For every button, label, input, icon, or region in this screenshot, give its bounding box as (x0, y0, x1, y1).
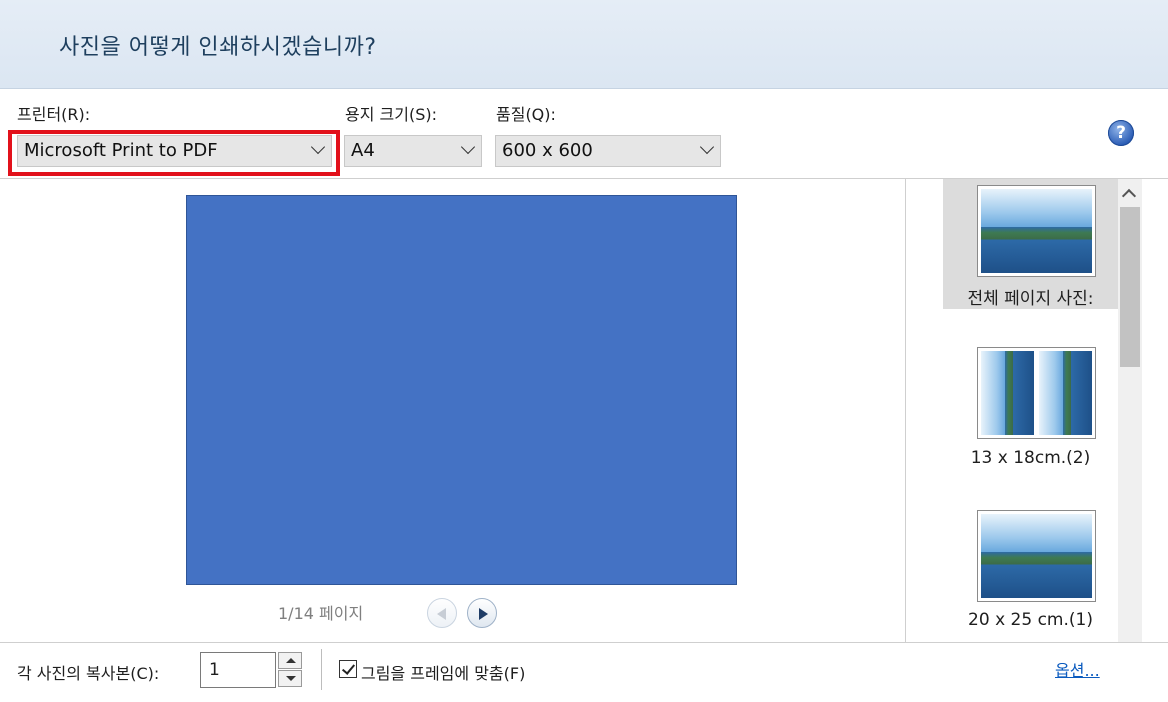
layout-item-13x18[interactable]: 13 x 18cm.(2) (943, 344, 1118, 474)
dialog-header: 사진을 어떻게 인쇄하시겠습니까? (0, 0, 1168, 89)
dialog-title: 사진을 어떻게 인쇄하시겠습니까? (59, 35, 377, 60)
layout-item-20x25[interactable]: 20 x 25 cm.(1) (943, 509, 1118, 639)
scrollbar-thumb[interactable] (1120, 207, 1140, 367)
quality-label: 품질(Q): (496, 105, 556, 124)
quality-select-value: 600 x 600 (502, 140, 593, 161)
fit-to-frame-label[interactable]: 그림을 프레임에 맞춤(F) (361, 660, 525, 684)
arrow-down-icon (286, 676, 296, 681)
arrow-right-icon (479, 608, 488, 620)
chevron-down-icon (699, 139, 715, 155)
page-preview (186, 195, 737, 585)
arrow-left-icon (437, 608, 446, 620)
paper-size-label: 용지 크기(S): (345, 105, 437, 124)
paper-size-select[interactable]: A4 (344, 135, 482, 167)
copies-label: 각 사진의 복사본(C): (17, 664, 160, 683)
layout-caption: 13 x 18cm.(2) (970, 448, 1091, 468)
chevron-up-icon[interactable] (1121, 188, 1137, 204)
printer-highlight-box (8, 130, 340, 176)
layout-item-full-page[interactable]: 전체 페이지 사진: (943, 179, 1118, 309)
paper-size-select-value: A4 (351, 140, 375, 161)
thumbnail-pair (981, 351, 1092, 435)
layout-thumbnail (977, 347, 1096, 439)
arrow-up-icon (286, 658, 296, 663)
chevron-down-icon (460, 139, 476, 155)
landscape-photo-icon (981, 514, 1092, 598)
dialog-footer (0, 643, 1168, 702)
fit-to-frame-checkbox[interactable] (339, 660, 357, 678)
options-link[interactable]: 옵션... (1055, 657, 1100, 681)
next-page-button[interactable] (467, 598, 497, 628)
landscape-photo-icon (981, 351, 1034, 435)
landscape-photo-icon (981, 189, 1092, 273)
copies-decrement-button[interactable] (278, 670, 302, 687)
page-indicator: 1/14 페이지 (278, 604, 364, 623)
landscape-photo-icon (1039, 351, 1092, 435)
layout-thumbnail (977, 510, 1096, 602)
layout-caption: 전체 페이지 사진: (967, 289, 1094, 309)
layout-thumbnail (977, 185, 1096, 277)
divider (321, 649, 322, 690)
copies-input[interactable]: 1 (200, 652, 276, 688)
quality-select[interactable]: 600 x 600 (495, 135, 721, 167)
copies-increment-button[interactable] (278, 652, 302, 669)
layout-caption: 20 x 25 cm.(1) (968, 610, 1093, 630)
help-icon[interactable]: ? (1108, 120, 1134, 146)
printer-label: 프린터(R): (17, 105, 91, 124)
layout-list: 전체 페이지 사진: 13 x 18cm.(2) 20 x 25 cm.(1) (906, 179, 1118, 642)
checkmark-icon (341, 661, 356, 675)
layout-scrollbar[interactable] (1118, 179, 1142, 642)
previous-page-button[interactable] (427, 598, 457, 628)
